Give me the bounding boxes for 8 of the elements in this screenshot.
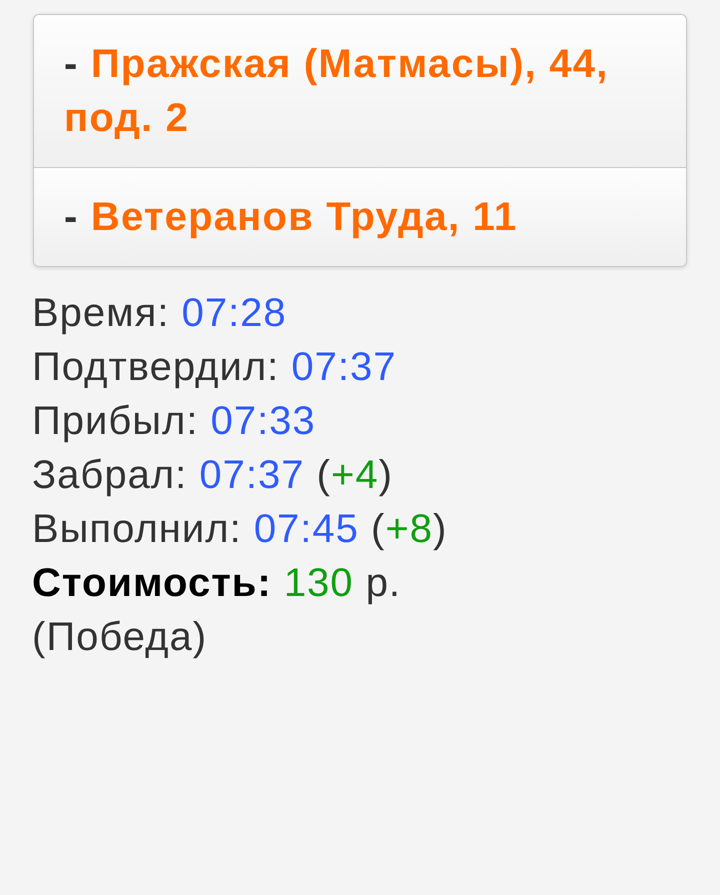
timestamp-line: Прибыл: 07:33 bbox=[32, 398, 317, 445]
timestamp-line: Время: 07:28 bbox=[32, 290, 288, 337]
timestamp-line: Подтвердил: 07:37 bbox=[32, 344, 398, 391]
address-row: - Пражская (Матмасы), 44, под. 2 bbox=[34, 15, 686, 167]
timestamp-line: Забрал: 07:37 (+4) bbox=[32, 452, 394, 499]
timestamp-line: Выполнил: 07:45 (+8) bbox=[32, 506, 448, 553]
address-row: - Ветеранов Труда, 11 bbox=[34, 167, 686, 266]
cost-line: Стоимость: 130 р. (Победа) bbox=[32, 560, 402, 661]
